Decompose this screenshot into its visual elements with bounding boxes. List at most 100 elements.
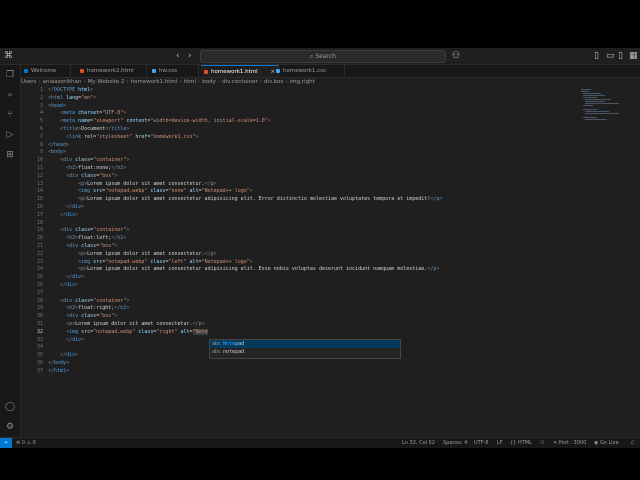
code-line[interactable]	[48, 220, 588, 228]
line-number: 3	[39, 102, 43, 109]
port-indicator[interactable]: ✕ Port : 3000	[553, 438, 586, 448]
code-line[interactable]: </html>	[48, 368, 588, 376]
line-number: 4	[39, 110, 43, 117]
code-line[interactable]: <img src="notepad.webp" class="right" al…	[48, 328, 588, 337]
tab-label: hw.css	[159, 68, 177, 74]
code-line[interactable]: </div>	[48, 204, 588, 212]
code-line[interactable]: <p>Lorem ipsum dolor sit amet consectetu…	[48, 251, 588, 259]
code-line[interactable]: <div class="container">	[48, 298, 588, 306]
toggle-panel-icon[interactable]: ▭	[606, 50, 615, 62]
breadcrumb: Users › aniaazorikhan › My Website 2 › homewor…	[21, 78, 640, 87]
code-line[interactable]: <h2>float:left;</h2>	[48, 235, 588, 243]
code-line[interactable]: <div class="box">	[48, 313, 588, 321]
breadcrumb-item[interactable]: My Website 2	[88, 79, 125, 85]
breadcrumb-item[interactable]: img.right	[290, 79, 315, 85]
line-number: 22	[36, 250, 43, 257]
line-number: 26	[36, 281, 43, 288]
source-control-icon[interactable]: ⑂	[4, 109, 16, 121]
tab-label: homework1.css	[283, 68, 326, 74]
code-line[interactable]: <title>Document</title>	[48, 126, 588, 134]
breadcrumb-item[interactable]: div.box	[264, 79, 284, 85]
code-line[interactable]: <div class="container">	[48, 157, 588, 165]
code-line[interactable]: </div>	[48, 212, 588, 220]
breadcrumb-item[interactable]: html	[184, 79, 197, 85]
tab-homework2-html[interactable]: homework2.html	[77, 65, 147, 77]
error-count: 0	[21, 440, 25, 446]
back-arrow-icon[interactable]: ‹	[176, 50, 180, 62]
code-line[interactable]: <p>Lorem ipsum dolor sit amet consectetu…	[48, 266, 588, 274]
toggle-secondary-sidebar-icon[interactable]: ▯	[618, 50, 623, 62]
search-view-icon[interactable]: ⌕	[4, 89, 16, 101]
line-number: 1	[39, 87, 43, 93]
code-line[interactable]: <html lang="en">	[48, 95, 588, 103]
tab-homework1-html[interactable]: homework1.html ×	[201, 65, 279, 77]
suggestion-kind: abc	[212, 349, 222, 355]
code-line[interactable]: <h2>float:right;</h2>	[48, 305, 588, 313]
line-number: 37	[36, 367, 43, 374]
breadcrumb-item[interactable]: div.container	[222, 79, 258, 85]
code-line[interactable]: </div>	[48, 282, 588, 290]
line-number: 12	[36, 172, 43, 179]
breadcrumb-item[interactable]: body	[202, 79, 216, 85]
code-line[interactable]: <p>Lorem ipsum dolor sit amet consectetu…	[48, 321, 588, 329]
forward-arrow-icon[interactable]: ›	[188, 50, 192, 62]
suggestion-item[interactable]: abc Notepad	[210, 340, 400, 348]
code-line[interactable]: <div class="container">	[48, 227, 588, 235]
autocomplete-suggestions[interactable]: abc Notepad abc notepad	[209, 339, 401, 359]
code-line[interactable]: <link rel="stylesheet" href="homework1.c…	[48, 134, 588, 142]
code-editor[interactable]: 1 2 3 4 5 6 7 8 9 10 11 12 13 14 15 16 17 18 19 20 21 22 23 24 2…	[21, 87, 640, 437]
code-line[interactable]: <div class="box">	[48, 243, 588, 251]
notifications-bell-icon[interactable]: ♫	[630, 438, 634, 448]
line-number: 6	[39, 125, 43, 132]
code-line[interactable]: </div>	[48, 274, 588, 282]
line-number: 20	[36, 235, 43, 242]
code-line[interactable]	[48, 290, 588, 298]
code-line[interactable]: <p>Lorem ipsum dolor sit amet consectetu…	[48, 196, 588, 204]
code-line[interactable]: </head>	[48, 142, 588, 150]
code-line[interactable]: <head>	[48, 103, 588, 111]
search-label: Search	[315, 53, 336, 60]
code-line[interactable]: </body>	[48, 360, 588, 368]
code-content[interactable]: <!DOCTYPE html> <html lang="en"> <head> …	[48, 87, 588, 375]
extensions-icon[interactable]: ⊞	[4, 149, 16, 161]
line-number: 32	[36, 328, 43, 335]
customize-layout-icon[interactable]: ▦	[629, 50, 638, 62]
tab-homework1-css[interactable]: homework1.css	[273, 65, 345, 77]
code-line[interactable]: <p>Lorem ipsum dolor sit amet consectetu…	[48, 181, 588, 189]
account-icon[interactable]: ◯	[4, 401, 16, 413]
code-line[interactable]: <h2>float:none;</h2>	[48, 165, 588, 173]
suggestion-match: Note	[223, 341, 236, 347]
encoding[interactable]: UTF-8	[474, 438, 489, 448]
settings-gear-icon[interactable]: ⚙	[4, 421, 16, 433]
minimap[interactable]	[581, 87, 621, 127]
breadcrumb-item[interactable]: aniaazorikhan	[43, 79, 82, 85]
remote-icon[interactable]: ⌁	[0, 438, 12, 448]
code-line[interactable]: <body>	[48, 149, 588, 157]
breadcrumb-item[interactable]: Users	[21, 79, 36, 85]
problems-indicator[interactable]: ⊗ 0 ⚠ 0	[16, 438, 36, 448]
go-live-button[interactable]: ◉ Go Live	[594, 438, 619, 448]
end-of-line[interactable]: LF	[497, 438, 503, 448]
copilot-icon[interactable]: ⚇	[452, 50, 460, 62]
code-line[interactable]: <div class="box">	[48, 173, 588, 181]
code-line[interactable]: <meta name="viewport" content="width=dev…	[48, 118, 588, 126]
explorer-icon[interactable]: ❐	[4, 69, 16, 81]
run-debug-icon[interactable]: ▷	[4, 129, 16, 141]
cursor-position[interactable]: Ln 32, Col 52	[402, 438, 435, 448]
code-line[interactable]: <img src="notepad.webp" class="left" alt…	[48, 259, 588, 267]
html-file-icon	[204, 70, 208, 74]
code-line[interactable]: <!DOCTYPE html>	[48, 87, 588, 95]
command-center-search[interactable]: ⌕ Search	[200, 50, 446, 63]
breadcrumb-item[interactable]: homework1.html	[131, 79, 178, 85]
tab-welcome[interactable]: Welcome	[21, 65, 71, 77]
suggestion-item[interactable]: abc notepad	[210, 348, 400, 356]
toggle-sidebar-icon[interactable]: ▯	[594, 50, 599, 62]
port-label: Port : 3000	[558, 440, 587, 446]
code-line[interactable]: <img src="notepad.webp" class="none" alt…	[48, 188, 588, 196]
indentation[interactable]: Spaces: 4	[443, 438, 467, 448]
line-number: 33	[36, 336, 43, 343]
code-line[interactable]: <meta charset="UTF-8">	[48, 110, 588, 118]
language-mode[interactable]: {} HTML	[510, 438, 532, 448]
copilot-status-icon[interactable]: ⚇	[540, 438, 544, 448]
tab-hw-css[interactable]: hw.css	[149, 65, 199, 77]
